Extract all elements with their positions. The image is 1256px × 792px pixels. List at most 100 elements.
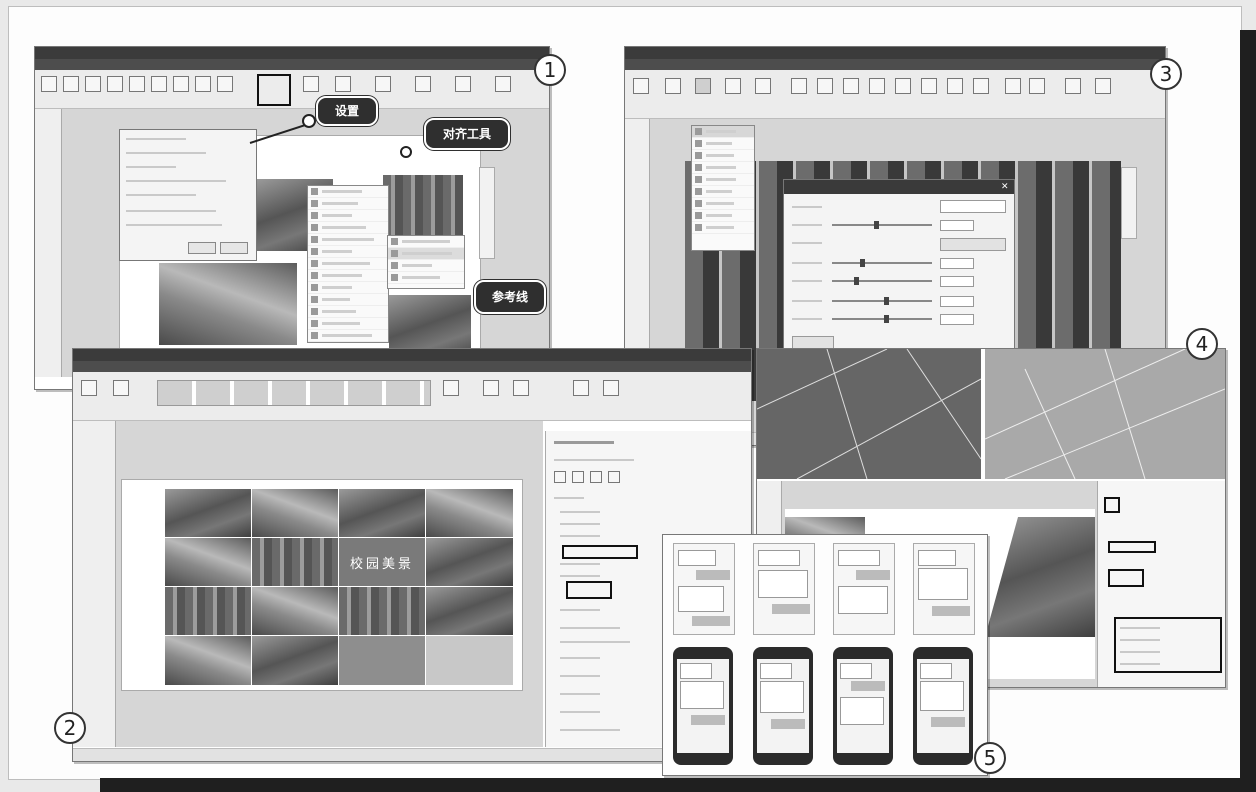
number-field[interactable] <box>940 258 974 269</box>
menu-item[interactable] <box>388 272 464 284</box>
menu-item[interactable] <box>388 260 464 272</box>
menu-item[interactable] <box>692 210 754 222</box>
tool-dropdown-menu[interactable] <box>691 125 755 251</box>
slider[interactable] <box>832 262 932 264</box>
format-pane[interactable] <box>1097 481 1225 687</box>
menu-item[interactable] <box>692 162 754 174</box>
ribbon-button[interactable] <box>455 76 471 92</box>
ribbon-button[interactable] <box>129 76 145 92</box>
right-mini-toolbar[interactable] <box>1121 167 1137 239</box>
ribbon-button[interactable] <box>1065 78 1081 94</box>
slider[interactable] <box>832 300 932 302</box>
menu-item[interactable] <box>308 222 388 234</box>
ribbon-tabs[interactable] <box>625 59 1165 70</box>
ribbon-tabs[interactable] <box>35 59 549 70</box>
slider-knob[interactable] <box>874 221 879 229</box>
ribbon-button[interactable] <box>791 78 807 94</box>
ribbon-button[interactable] <box>81 380 97 396</box>
right-mini-toolbar[interactable] <box>479 167 495 259</box>
ribbon-button[interactable] <box>1095 78 1111 94</box>
option-button[interactable] <box>940 238 1006 251</box>
ribbon-button[interactable] <box>107 76 123 92</box>
slider-knob[interactable] <box>860 259 865 267</box>
ribbon-button[interactable] <box>633 78 649 94</box>
ribbon-button[interactable] <box>513 380 529 396</box>
ribbon-button[interactable] <box>921 78 937 94</box>
slider-knob[interactable] <box>884 297 889 305</box>
menu-item[interactable] <box>308 198 388 210</box>
ribbon-button[interactable] <box>113 380 129 396</box>
slide-photo[interactable] <box>383 175 463 235</box>
ribbon-button[interactable] <box>195 76 211 92</box>
menu-item[interactable] <box>692 138 754 150</box>
menu-item[interactable] <box>308 294 388 306</box>
ribbon-button[interactable] <box>335 76 351 92</box>
ribbon-button[interactable] <box>443 380 459 396</box>
effects-icon[interactable] <box>572 471 584 483</box>
ribbon-button[interactable] <box>173 76 189 92</box>
picture-icon[interactable] <box>608 471 620 483</box>
menu-item[interactable] <box>308 318 388 330</box>
dialog-ok-button[interactable] <box>188 242 216 254</box>
context-menu[interactable] <box>307 185 389 343</box>
ribbon-button[interactable] <box>85 76 101 92</box>
picture-fill-option-highlight[interactable] <box>562 545 638 559</box>
ribbon-button[interactable] <box>947 78 963 94</box>
menu-item[interactable] <box>308 330 388 342</box>
direction-dropdown[interactable] <box>940 200 1006 213</box>
ribbon-button[interactable] <box>665 78 681 94</box>
slider[interactable] <box>832 224 932 226</box>
ribbon-button[interactable] <box>217 76 233 92</box>
ribbon-button[interactable] <box>973 78 989 94</box>
ribbon-button[interactable] <box>817 78 833 94</box>
number-field[interactable] <box>940 314 974 325</box>
slider-knob[interactable] <box>854 277 859 285</box>
fill-icon[interactable] <box>554 471 566 483</box>
menu-item[interactable] <box>308 282 388 294</box>
ribbon-button[interactable] <box>1005 78 1021 94</box>
tile-settings-dialog[interactable]: ✕ <box>783 179 1015 353</box>
ribbon-button[interactable] <box>41 76 57 92</box>
slide-photo[interactable] <box>159 263 297 345</box>
slider[interactable] <box>832 280 932 282</box>
ribbon-button[interactable] <box>695 78 711 94</box>
menu-item[interactable] <box>308 234 388 246</box>
menu-item[interactable] <box>692 174 754 186</box>
ribbon-button[interactable] <box>495 76 511 92</box>
ribbon-button[interactable] <box>415 76 431 92</box>
guides-submenu[interactable] <box>387 235 465 289</box>
ribbon-button[interactable] <box>151 76 167 92</box>
close-icon[interactable]: ✕ <box>1001 182 1010 191</box>
slide-thumbnails-pane[interactable] <box>35 109 62 377</box>
number-field[interactable] <box>940 220 974 231</box>
ribbon-button[interactable] <box>603 380 619 396</box>
ribbon-button[interactable] <box>483 380 499 396</box>
menu-item[interactable] <box>308 186 388 198</box>
menu-item[interactable] <box>692 222 754 234</box>
number-field[interactable] <box>940 296 974 307</box>
menu-item[interactable] <box>308 306 388 318</box>
slide-thumbnails-pane[interactable] <box>73 421 116 747</box>
menu-item[interactable] <box>692 198 754 210</box>
number-field[interactable] <box>940 276 974 287</box>
ribbon-button[interactable] <box>63 76 79 92</box>
table-style-gallery[interactable] <box>157 380 431 406</box>
menu-item[interactable] <box>308 210 388 222</box>
menu-item[interactable] <box>692 150 754 162</box>
slider[interactable] <box>832 318 932 320</box>
ribbon-button[interactable] <box>303 76 319 92</box>
dialog-cancel-button[interactable] <box>220 242 248 254</box>
menu-item[interactable] <box>308 246 388 258</box>
menu-item[interactable] <box>308 270 388 282</box>
menu-item[interactable] <box>388 248 464 260</box>
ribbon-button[interactable] <box>725 78 741 94</box>
ribbon-button[interactable] <box>375 76 391 92</box>
grid-and-guides-dialog[interactable] <box>119 129 257 261</box>
ribbon-button[interactable] <box>573 380 589 396</box>
file-button-highlight[interactable] <box>566 581 612 599</box>
menu-item[interactable] <box>692 126 754 138</box>
menu-item[interactable] <box>308 258 388 270</box>
ribbon-button[interactable] <box>1029 78 1045 94</box>
ribbon-button[interactable] <box>843 78 859 94</box>
menu-item[interactable] <box>692 186 754 198</box>
